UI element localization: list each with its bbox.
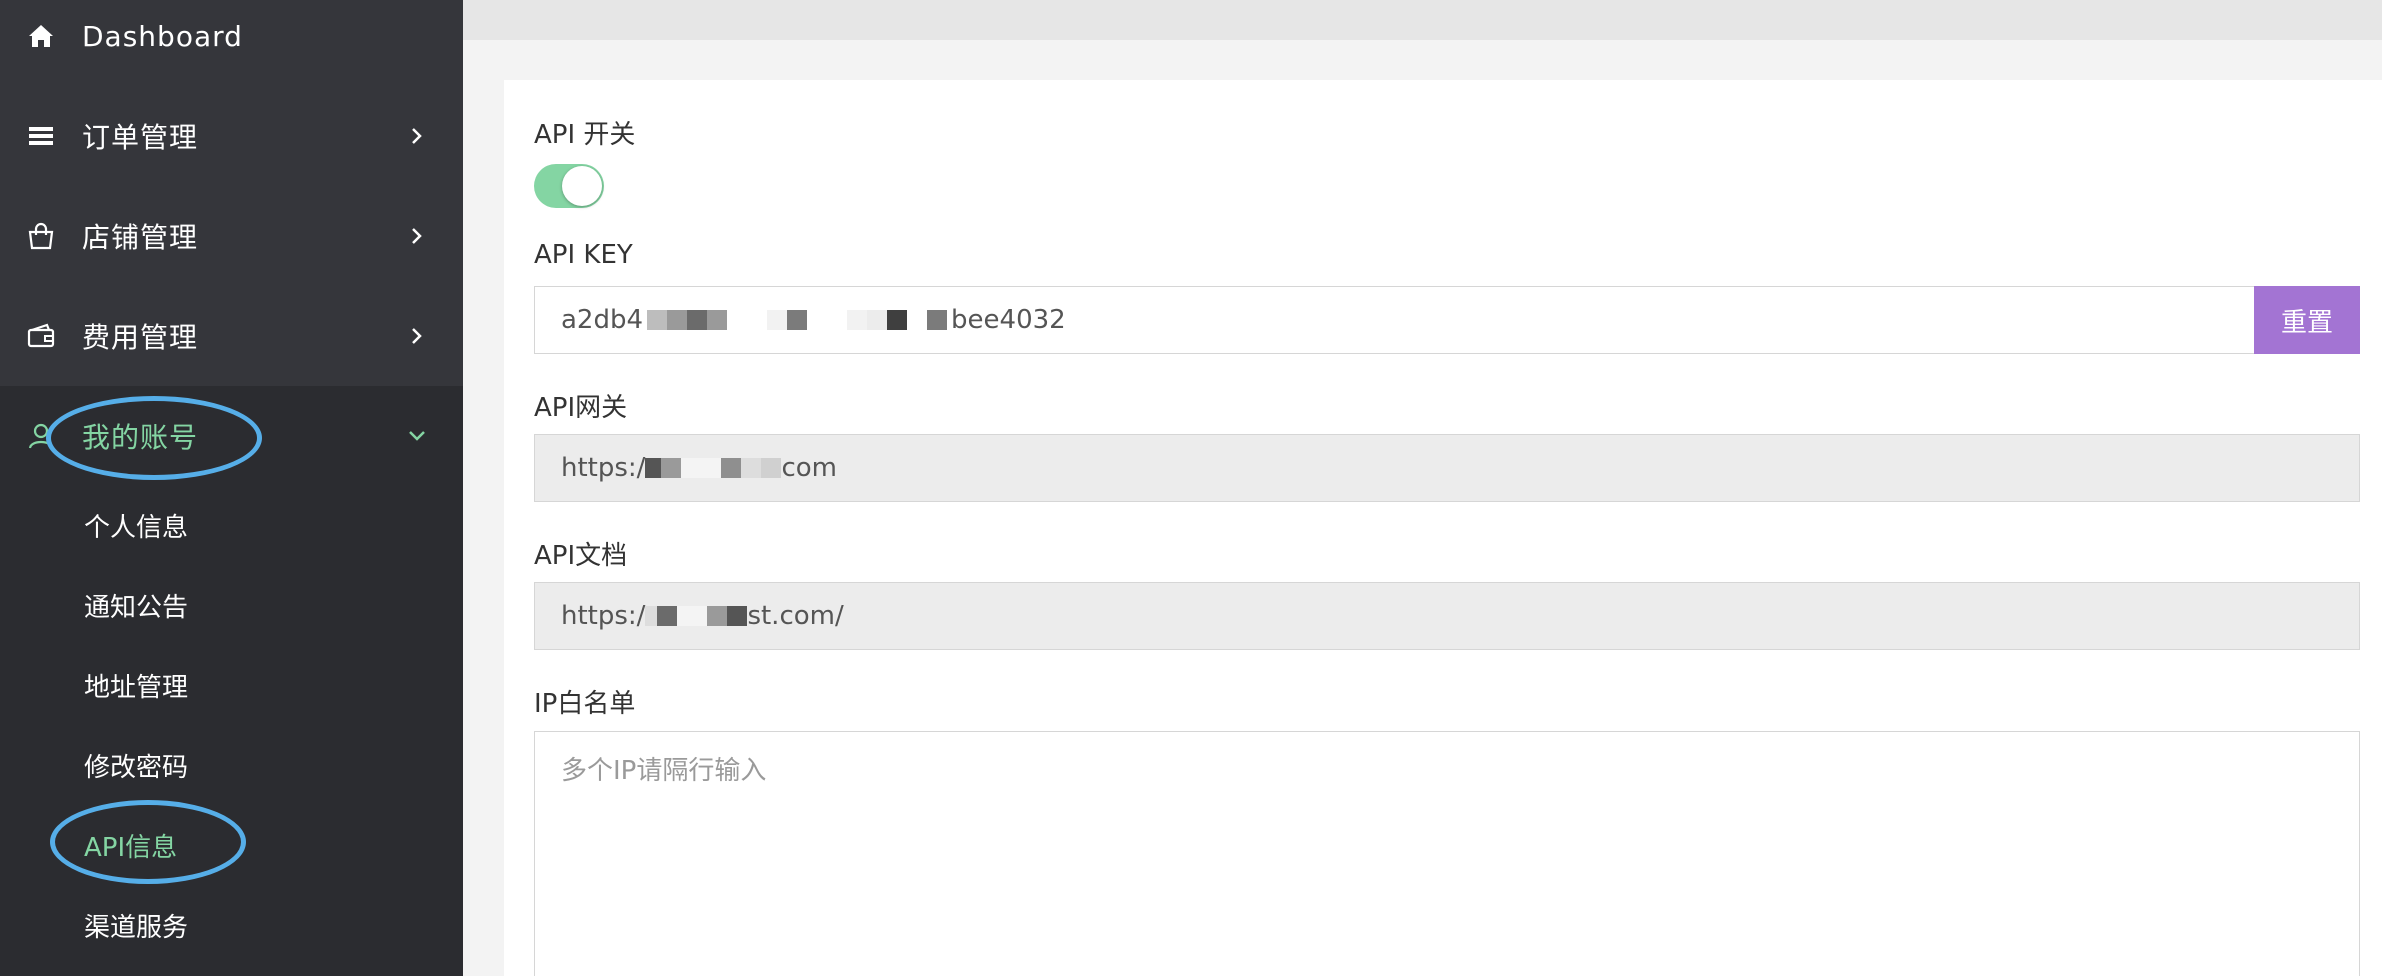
sidebar-subitem-label: 修改密码 [84,752,189,783]
api-key-label: API KEY [534,240,633,270]
sidebar-subitem-addresses[interactable]: 地址管理 [0,650,463,720]
sidebar-item-label: 订单管理 [82,121,199,154]
api-gateway-field[interactable]: https:/ com [534,434,2360,502]
sidebar-item-label: 我的账号 [82,421,199,454]
top-bar [463,0,2382,40]
sidebar-subitem-channel-services[interactable]: 渠道服务 [0,890,463,960]
redacted-block [645,458,782,478]
sidebar-subitem-label: 地址管理 [84,672,189,703]
toggle-knob [562,166,602,206]
sidebar-subitem-profile[interactable]: 个人信息 [0,490,463,560]
sidebar: Dashboard 订单管理 店铺管理 费用管理 我的账号 个人信息 通知公告 … [0,0,463,976]
reset-button[interactable]: 重置 [2254,286,2360,354]
home-icon [26,21,56,51]
api-key-prefix: a2db4 [561,305,644,335]
api-switch-label: API 开关 [534,120,636,150]
api-switch-toggle[interactable] [534,164,604,208]
api-docs-prefix: https:/ [561,601,646,631]
shopping-bag-icon [26,221,56,251]
sidebar-subitem-label: API信息 [84,832,178,863]
sidebar-item-label: 费用管理 [82,321,199,354]
sidebar-subitem-change-password[interactable]: 修改密码 [0,730,463,800]
sidebar-subitem-api-info[interactable]: API信息 [0,810,463,880]
sidebar-item-stores[interactable]: 店铺管理 [0,196,463,276]
list-icon [26,121,56,151]
chevron-right-icon [404,223,430,249]
chevron-right-icon [404,123,430,149]
sidebar-item-my-account[interactable]: 我的账号 [0,396,463,476]
ip-whitelist-label: IP白名单 [534,689,636,719]
api-key-field[interactable]: a2db4 bee4032 [534,286,2256,354]
sidebar-subitem-label: 渠道服务 [84,912,189,943]
api-docs-field[interactable]: https:/ st.com/ [534,582,2360,650]
api-gateway-suffix: com [781,453,837,483]
api-docs-suffix: st.com/ [747,601,844,631]
sidebar-item-dashboard[interactable]: Dashboard [0,0,463,76]
sidebar-item-fees[interactable]: 费用管理 [0,296,463,376]
chevron-right-icon [404,323,430,349]
api-gateway-label: API网关 [534,393,628,423]
redacted-block [645,606,748,626]
sidebar-item-orders[interactable]: 订单管理 [0,96,463,176]
api-docs-label: API文档 [534,541,628,571]
sidebar-item-label: 店铺管理 [82,221,199,254]
sidebar-subitem-label: 个人信息 [84,512,189,543]
chevron-down-icon [404,423,430,449]
sidebar-subitem-label: 通知公告 [84,592,189,623]
user-icon [26,421,56,451]
redacted-block [647,310,948,330]
sidebar-item-label: Dashboard [82,19,243,53]
ip-whitelist-input[interactable] [534,731,2360,976]
api-key-suffix: bee4032 [951,305,1066,335]
api-gateway-prefix: https:/ [561,453,646,483]
wallet-icon [26,321,56,351]
sidebar-subitem-notices[interactable]: 通知公告 [0,570,463,640]
